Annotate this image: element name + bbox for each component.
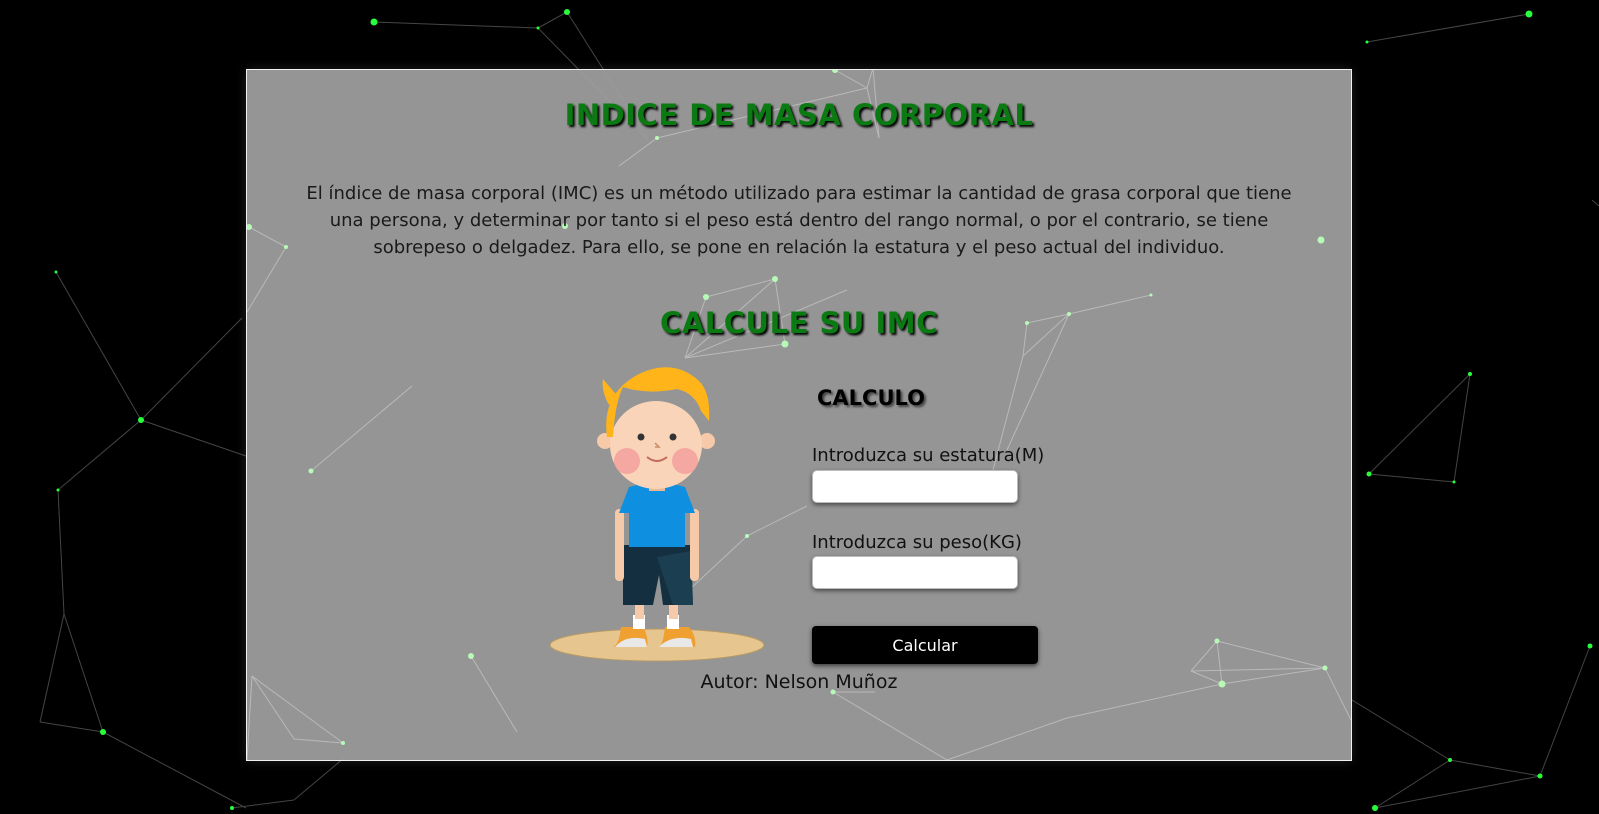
boy-illustration [549, 367, 765, 662]
main-card: INDICE DE MASA CORPORAL El índice de mas… [246, 69, 1352, 761]
form-title: CALCULO [817, 386, 925, 410]
author-credit: Autor: Nelson Muñoz [700, 671, 898, 693]
description-text: El índice de masa corporal (IMC) es un m… [306, 183, 1292, 258]
calculate-button[interactable]: Calcular [812, 626, 1038, 664]
floor-shadow-shape [549, 628, 765, 662]
page-title: INDICE DE MASA CORPORAL [564, 98, 1034, 132]
height-input[interactable] [812, 470, 1018, 503]
panel-particle-overlay [247, 70, 1351, 760]
shirt-shape [619, 483, 695, 547]
weight-label: Introduzca su peso(KG) [812, 532, 1022, 553]
section-title: CALCULE SU IMC [660, 306, 938, 340]
weight-input[interactable] [812, 556, 1018, 589]
height-label: Introduzca su estatura(M) [812, 445, 1045, 466]
